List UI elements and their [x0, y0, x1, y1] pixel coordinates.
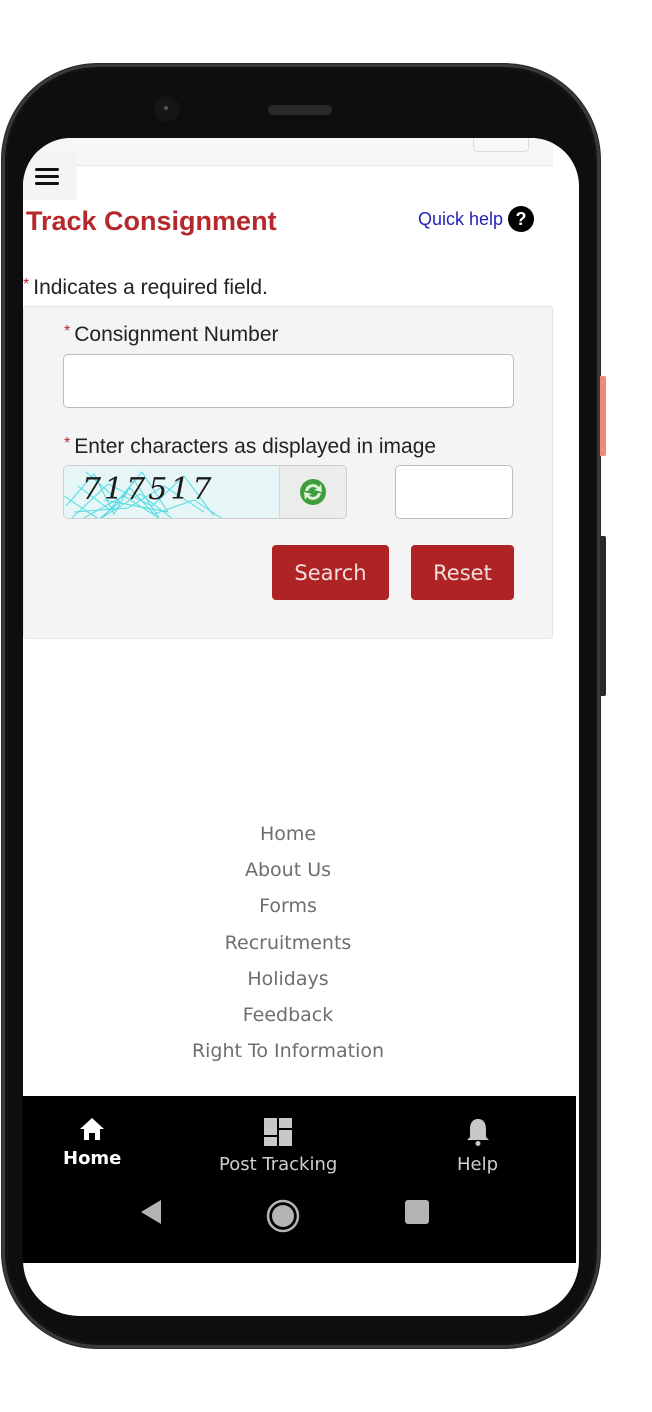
- track-form: * Consignment Number * Enter characters as…: [23, 306, 553, 639]
- footer-link-forms[interactable]: Forms: [259, 890, 317, 926]
- recents-square-icon: [405, 1200, 429, 1224]
- captcha-refresh-button[interactable]: [279, 466, 346, 518]
- bell-icon: [466, 1119, 489, 1146]
- footer-link-about-us[interactable]: About Us: [245, 854, 331, 890]
- required-note-text: Indicates a required field.: [33, 276, 268, 299]
- nav-label-home: Home: [63, 1148, 122, 1169]
- consignment-number-input[interactable]: [63, 354, 514, 408]
- captcha-text: 717517: [82, 472, 215, 507]
- volume-button: [600, 536, 606, 696]
- screen: Track Consignment Quick help ? * Indicate…: [23, 138, 579, 1316]
- captcha-input[interactable]: [395, 465, 513, 519]
- captcha-label: * Enter characters as displayed in image: [64, 435, 436, 459]
- nav-tab-post-tracking[interactable]: Post Tracking: [219, 1116, 337, 1175]
- hamburger-menu-icon: [35, 167, 59, 185]
- earpiece-speaker: [268, 105, 332, 115]
- system-back-button[interactable]: [139, 1198, 163, 1226]
- footer-link-home[interactable]: Home: [260, 818, 316, 854]
- nav-label-post-tracking: Post Tracking: [219, 1154, 338, 1175]
- footer-link-holidays[interactable]: Holidays: [247, 963, 328, 999]
- required-star: *: [64, 435, 71, 452]
- search-button[interactable]: Search: [272, 545, 389, 600]
- back-triangle-icon: [141, 1200, 161, 1224]
- menu-button[interactable]: [23, 152, 77, 200]
- page-title: Track Consignment: [26, 206, 277, 236]
- system-recents-button[interactable]: [403, 1198, 431, 1226]
- reset-button[interactable]: Reset: [411, 545, 514, 600]
- system-home-button[interactable]: [265, 1198, 301, 1234]
- nav-tab-help[interactable]: Help: [457, 1116, 498, 1175]
- nav-tab-home[interactable]: Home: [63, 1116, 121, 1169]
- dashboard-icon: [264, 1118, 293, 1146]
- question-circle-icon: ?: [508, 206, 535, 232]
- top-bar: [23, 138, 553, 166]
- home-icon: [80, 1118, 105, 1140]
- captcha-label-text: Enter characters as displayed in image: [74, 435, 437, 458]
- footer-link-recruitments[interactable]: Recruitments: [225, 927, 352, 963]
- bottom-navigation: Home Post Tracking Help: [23, 1096, 576, 1263]
- footer-link-rti[interactable]: Right To Information: [192, 1035, 384, 1071]
- power-button: [600, 376, 606, 456]
- required-note: * Indicates a required field.: [23, 276, 268, 300]
- front-camera: [152, 94, 182, 124]
- required-star: *: [23, 276, 30, 293]
- nav-label-help: Help: [457, 1154, 499, 1175]
- quick-help-label: Quick help: [418, 208, 504, 229]
- captcha-widget: 717517: [63, 465, 347, 519]
- consignment-number-label-text: Consignment Number: [74, 323, 279, 346]
- home-circle-icon: [266, 1199, 300, 1233]
- footer-links: Home About Us Forms Recruitments Holiday…: [23, 818, 553, 1071]
- refresh-icon: [300, 479, 326, 505]
- top-bar-button[interactable]: [473, 138, 529, 152]
- required-star: *: [64, 323, 71, 340]
- quick-help-link[interactable]: Quick help ?: [418, 206, 535, 232]
- footer-link-feedback[interactable]: Feedback: [243, 999, 333, 1035]
- captcha-image: 717517: [64, 466, 279, 518]
- consignment-number-label: * Consignment Number: [64, 323, 279, 347]
